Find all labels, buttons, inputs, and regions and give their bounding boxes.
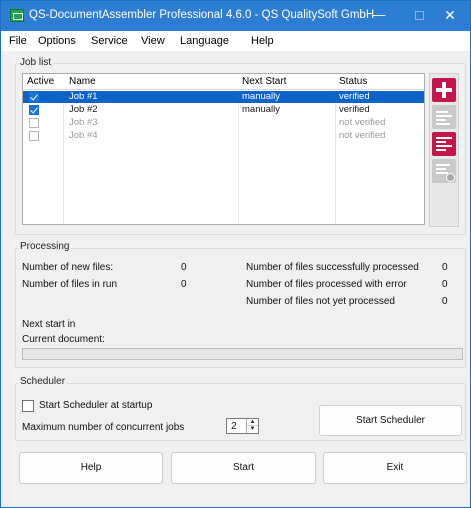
stepper-buttons: ▲ ▼ (246, 419, 258, 433)
help-button[interactable]: Help (19, 452, 163, 484)
job-list-table[interactable]: Active Name Next Start Status Job #1 man… (22, 73, 425, 225)
job-next-start: manually (242, 91, 281, 102)
close-button[interactable]: ✕ (430, 1, 470, 31)
stepper-up-icon[interactable]: ▲ (247, 419, 258, 426)
active-checkbox[interactable] (29, 105, 39, 115)
table-row[interactable]: Job #2 manually verified (23, 104, 424, 116)
add-job-icon[interactable] (432, 78, 456, 102)
menu-service[interactable]: Service (91, 35, 128, 47)
maximize-icon (414, 11, 424, 20)
error-count-value: 0 (442, 279, 448, 290)
job-name: Job #4 (69, 130, 98, 141)
column-header-name[interactable]: Name (69, 76, 96, 87)
success-count-label: Number of files successfully processed (246, 262, 419, 273)
job-list-title: Job list (18, 57, 54, 68)
table-header: Active Name Next Start Status (23, 74, 424, 90)
start-scheduler-button[interactable]: Start Scheduler (319, 405, 462, 436)
success-count-value: 0 (442, 262, 448, 273)
app-logo-icon (10, 9, 24, 22)
current-document-label: Current document: (22, 334, 105, 345)
max-jobs-stepper[interactable]: 2 ▲ ▼ (226, 418, 259, 434)
start-at-startup-label[interactable]: Start Scheduler at startup (39, 400, 152, 411)
active-checkbox[interactable] (29, 118, 39, 128)
column-header-status[interactable]: Status (339, 76, 367, 87)
scheduler-title: Scheduler (18, 376, 68, 387)
delete-job-icon[interactable] (432, 159, 456, 183)
column-header-active[interactable]: Active (27, 76, 54, 87)
job-actions-toolbar (429, 73, 459, 227)
menu-help[interactable]: Help (251, 35, 274, 47)
max-jobs-value[interactable]: 2 (231, 420, 237, 432)
window-title: QS-DocumentAssembler Professional 4.6.0 … (29, 9, 375, 21)
files-in-run-value: 0 (181, 279, 187, 290)
menu-options[interactable]: Options (38, 35, 76, 47)
job-status: not verified (339, 130, 386, 141)
remove-badge-icon (446, 173, 455, 182)
stepper-down-icon[interactable]: ▼ (247, 426, 258, 433)
new-files-value: 0 (181, 262, 187, 273)
max-jobs-label: Maximum number of concurrent jobs (22, 422, 185, 433)
job-status: not verified (339, 117, 386, 128)
job-name: Job #2 (69, 104, 98, 115)
active-checkbox[interactable] (29, 131, 39, 141)
menu-bar: File Options Service View Language Help (1, 31, 470, 51)
app-window: QS-DocumentAssembler Professional 4.6.0 … (0, 0, 471, 508)
error-count-label: Number of files processed with error (246, 279, 407, 290)
start-button[interactable]: Start (171, 452, 316, 484)
job-next-start: manually (242, 104, 281, 115)
pending-count-label: Number of files not yet processed (246, 296, 395, 307)
minimize-button[interactable]: — (359, 1, 399, 31)
active-checkbox[interactable] (29, 92, 39, 102)
new-files-label: Number of new files: (22, 262, 114, 273)
job-name: Job #1 (69, 91, 98, 102)
column-header-next-start[interactable]: Next Start (242, 76, 286, 87)
start-at-startup-checkbox[interactable] (22, 400, 34, 412)
job-status: verified (339, 104, 370, 115)
job-name: Job #3 (69, 117, 98, 128)
menu-language[interactable]: Language (180, 35, 229, 47)
next-start-label: Next start in (22, 319, 76, 330)
menu-file[interactable]: File (9, 35, 27, 47)
table-row[interactable]: Job #1 manually verified (23, 91, 424, 103)
processing-title: Processing (18, 241, 72, 252)
menu-view[interactable]: View (141, 35, 165, 47)
edit-job-icon[interactable] (432, 105, 456, 129)
files-in-run-label: Number of files in run (22, 279, 118, 290)
progress-bar (22, 348, 463, 360)
job-status: verified (339, 91, 370, 102)
table-row[interactable]: Job #4 not verified (23, 130, 424, 142)
exit-button[interactable]: Exit (323, 452, 467, 484)
job-details-icon[interactable] (432, 132, 456, 156)
table-row[interactable]: Job #3 not verified (23, 117, 424, 129)
pending-count-value: 0 (442, 296, 448, 307)
title-bar[interactable]: QS-DocumentAssembler Professional 4.6.0 … (1, 1, 470, 31)
